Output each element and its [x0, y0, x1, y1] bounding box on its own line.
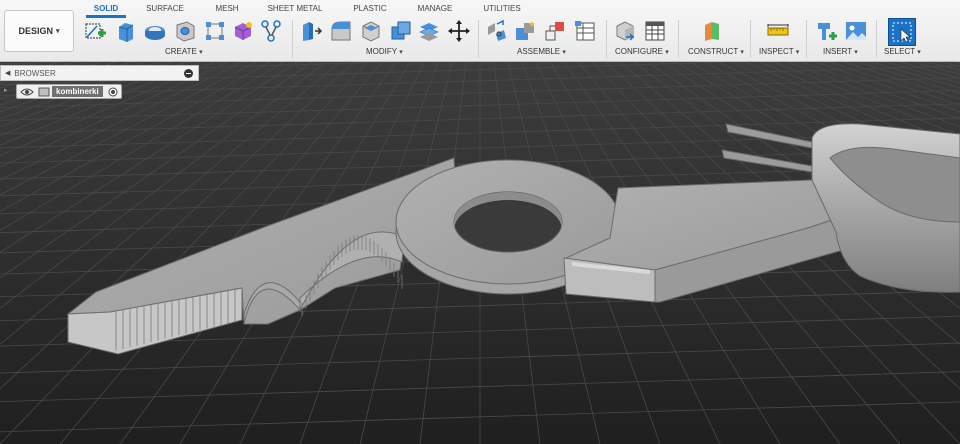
stack-icon[interactable]	[416, 19, 442, 43]
activate-radio-icon[interactable]	[108, 87, 118, 97]
tab-plastic[interactable]: PLASTIC	[348, 2, 392, 16]
divider	[292, 20, 293, 58]
chevron-down-icon: ▾	[795, 49, 800, 56]
browser-panel-header[interactable]: ◀ BROWSER	[0, 65, 199, 81]
active-tab-indicator	[86, 15, 126, 18]
configure-menu[interactable]: CONFIGURE ▾	[615, 47, 669, 56]
insert-label: INSERT	[823, 47, 853, 56]
construct-menu[interactable]: CONSTRUCT ▾	[688, 47, 744, 56]
divider	[876, 20, 877, 58]
browser-root-node[interactable]: kombinerki	[16, 84, 122, 99]
combine-icon[interactable]	[388, 19, 414, 43]
chevron-down-icon: ▾	[917, 49, 921, 56]
minimize-icon[interactable]	[184, 69, 193, 78]
new-component-icon[interactable]	[512, 19, 538, 43]
select-label: SELECT	[884, 47, 915, 56]
chevron-down-icon: ▾	[399, 49, 403, 56]
tab-utilities[interactable]: UTILITIES	[478, 2, 526, 16]
chevron-down-icon: ▾	[740, 49, 744, 56]
move-icon[interactable]	[446, 19, 472, 43]
hole-icon[interactable]	[172, 19, 198, 43]
tab-sheet-metal[interactable]: SHEET METAL	[262, 2, 328, 16]
modify-label: MODIFY	[366, 47, 397, 56]
tab-manage[interactable]: MANAGE	[412, 2, 458, 16]
divider	[678, 20, 679, 58]
insert-menu[interactable]: INSERT ▾	[823, 47, 858, 56]
workspace-switcher[interactable]: DESIGN ▾	[4, 10, 74, 52]
inspect-label: INSPECT	[759, 47, 794, 56]
insert-derive-icon[interactable]	[814, 19, 840, 43]
construct-label: CONSTRUCT	[688, 47, 739, 56]
create-menu[interactable]: CREATE ▾	[165, 47, 203, 56]
as-built-icon[interactable]	[542, 19, 568, 43]
document-icon	[38, 87, 50, 96]
tab-surface[interactable]: SURFACE	[142, 2, 188, 16]
chevron-down-icon: ▾	[562, 49, 566, 56]
configure-icon[interactable]	[612, 19, 638, 43]
chevron-down-icon: ▾	[199, 49, 203, 56]
3d-viewport[interactable]	[0, 62, 960, 444]
modify-menu[interactable]: MODIFY ▾	[366, 47, 403, 56]
pattern-icon[interactable]	[202, 19, 228, 43]
chevron-down-icon: ▾	[56, 28, 60, 35]
browser-title: BROWSER	[14, 68, 56, 78]
divider	[750, 20, 751, 58]
divider	[478, 20, 479, 58]
extrude-icon[interactable]	[112, 19, 138, 43]
shell-icon[interactable]	[358, 19, 384, 43]
press-pull-icon[interactable]	[298, 19, 324, 43]
configure-label: CONFIGURE	[615, 47, 663, 56]
joint-icon[interactable]	[484, 19, 510, 43]
assemble-label: ASSEMBLE	[517, 47, 561, 56]
new-sketch-icon[interactable]	[82, 19, 108, 43]
plane-icon[interactable]	[700, 19, 726, 43]
select-cursor-icon[interactable]	[888, 18, 916, 46]
eye-icon[interactable]	[20, 87, 34, 97]
collapse-arrow-icon[interactable]: ◀	[5, 69, 10, 77]
chevron-down-icon: ▾	[665, 49, 669, 56]
create-label: CREATE	[165, 47, 197, 56]
assemble-menu[interactable]: ASSEMBLE ▾	[517, 47, 566, 56]
workspace-label: DESIGN	[18, 26, 53, 36]
divider	[806, 20, 807, 58]
table-icon[interactable]	[572, 19, 598, 43]
tab-mesh[interactable]: MESH	[210, 2, 244, 16]
select-menu[interactable]: SELECT ▾	[884, 47, 921, 56]
insert-image-icon[interactable]	[843, 19, 869, 43]
tab-solid[interactable]: SOLID	[86, 2, 126, 16]
automate-icon[interactable]	[258, 19, 284, 43]
divider	[606, 20, 607, 58]
inspect-menu[interactable]: INSPECT ▾	[759, 47, 799, 56]
ribbon-toolbar: DESIGN ▾ SOLID SURFACE MESH SHEET METAL …	[0, 0, 960, 62]
fillet-icon[interactable]	[328, 19, 354, 43]
revolve-icon[interactable]	[142, 19, 168, 43]
grid-table-icon[interactable]	[642, 19, 668, 43]
form-icon[interactable]	[230, 19, 256, 43]
chevron-down-icon: ▾	[854, 49, 858, 56]
measure-icon[interactable]	[765, 19, 791, 43]
root-node-label: kombinerki	[52, 86, 103, 97]
expand-arrow-icon[interactable]: ▸	[4, 86, 8, 94]
